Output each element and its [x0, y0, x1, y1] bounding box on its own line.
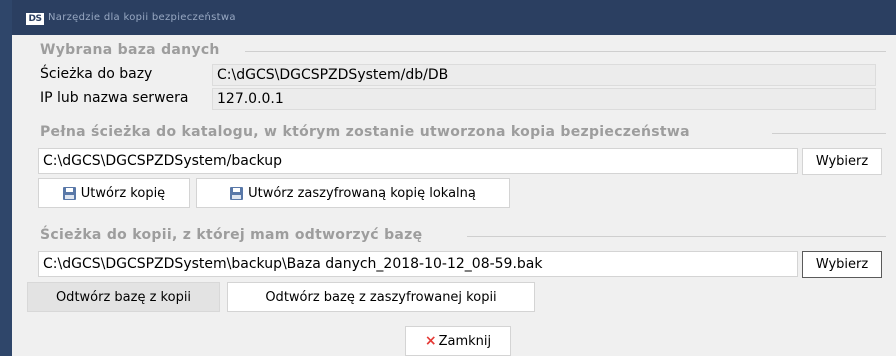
floppy-disk-icon	[230, 186, 244, 200]
close-button[interactable]: × Zamknij	[405, 326, 511, 356]
db-path-value: C:\dGCS\DGCSPZDSystem/db/DB	[212, 64, 876, 86]
restore-choose-button[interactable]: Wybierz	[802, 251, 882, 278]
server-value: 127.0.0.1	[212, 88, 876, 110]
section-divider-backup	[772, 133, 886, 134]
title-bar[interactable]: DS Narzędzie dla kopii bezpieczeństwa	[12, 0, 896, 35]
backup-path-input[interactable]	[38, 148, 798, 174]
dialog-content: Wybrana baza danych Ścieżka do bazy C:\d…	[12, 35, 896, 356]
create-backup-label: Utwórz kopię	[80, 185, 166, 201]
restore-encrypted-backup-button[interactable]: Odtwórz bazę z zaszyfrowanej kopii	[227, 282, 535, 312]
create-encrypted-backup-label: Utwórz zaszyfrowaną kopię lokalną	[248, 185, 476, 201]
app-logo-icon: DS	[26, 13, 44, 25]
create-encrypted-backup-button[interactable]: Utwórz zaszyfrowaną kopię lokalną	[196, 178, 510, 208]
floppy-disk-icon	[62, 186, 76, 200]
close-icon: ×	[424, 333, 437, 349]
close-label: Zamknij	[438, 333, 492, 349]
db-path-label: Ścieżka do bazy	[40, 66, 153, 82]
section-divider-database	[245, 51, 886, 52]
section-divider-restore	[467, 236, 886, 237]
backup-choose-button[interactable]: Wybierz	[802, 148, 882, 175]
section-title-backup: Pełna ścieżka do katalogu, w którym zost…	[40, 124, 690, 140]
restore-backup-button[interactable]: Odtwórz bazę z kopii	[27, 282, 220, 312]
section-title-restore: Ścieżka do kopii, z której mam odtworzyć…	[40, 227, 423, 243]
restore-path-input[interactable]	[38, 251, 798, 277]
backup-tool-window: DS Narzędzie dla kopii bezpieczeństwa Wy…	[0, 0, 896, 356]
section-title-database: Wybrana baza danych	[40, 42, 220, 58]
server-label: IP lub nazwa serwera	[40, 90, 189, 106]
create-backup-button[interactable]: Utwórz kopię	[38, 178, 190, 208]
window-left-edge	[0, 0, 12, 356]
window-title: Narzędzie dla kopii bezpieczeństwa	[48, 12, 236, 23]
